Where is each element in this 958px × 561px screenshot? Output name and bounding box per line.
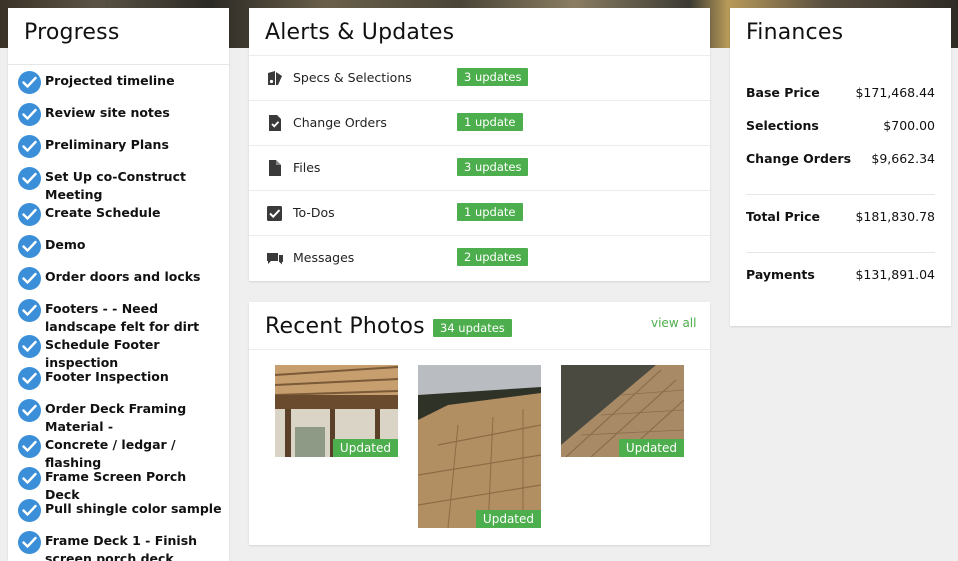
progress-item-label: Footer Inspection (45, 369, 169, 384)
finance-label: Base Price (746, 85, 820, 100)
updated-badge: Updated (475, 510, 541, 528)
alert-row-change-orders[interactable]: Change Orders 1 update (249, 100, 710, 145)
finance-value: $700.00 (883, 118, 935, 133)
updated-badge: Updated (332, 439, 398, 457)
progress-item-label: Frame Deck 1 - Finish screen porch deck (45, 533, 198, 561)
progress-item[interactable]: Demo (18, 235, 223, 267)
roof-sheathing-image (418, 365, 541, 528)
progress-item-label: Set Up co-Construct Meeting (45, 169, 186, 202)
check-circle-icon (18, 367, 41, 390)
finance-row-total-price: Total Price $181,830.78 (746, 209, 935, 227)
divider (8, 64, 229, 65)
alert-label: Specs & Selections (293, 70, 412, 85)
photo-thumbnail[interactable]: Updated (561, 365, 684, 457)
check-circle-icon (18, 399, 41, 422)
messages-icon (266, 249, 284, 267)
progress-item[interactable]: Pull shingle color sample (18, 499, 223, 531)
photo-thumbnail[interactable]: Updated (418, 365, 541, 528)
check-circle-icon (18, 167, 41, 190)
finance-row-change-orders: Change Orders $9,662.34 (746, 151, 935, 169)
progress-item[interactable]: Frame Screen Porch Deck (18, 467, 223, 502)
progress-item[interactable]: Schedule Footer inspection (18, 335, 223, 370)
update-badge: 3 updates (457, 68, 529, 86)
progress-item[interactable]: Footer Inspection (18, 367, 223, 399)
check-circle-icon (18, 531, 41, 554)
alerts-card: Alerts & Updates Specs & Selections 3 up… (249, 8, 710, 281)
update-badge: 1 update (457, 203, 523, 221)
finance-value: $131,891.04 (855, 267, 935, 282)
progress-list: Projected timeline Review site notes Pre… (18, 71, 223, 561)
file-icon (266, 159, 284, 177)
alert-row-todos[interactable]: To-Dos 1 update (249, 190, 710, 235)
finance-label: Selections (746, 118, 819, 133)
progress-item[interactable]: Preliminary Plans (18, 135, 223, 167)
progress-item[interactable]: Set Up co-Construct Meeting (18, 167, 223, 203)
finance-label: Total Price (746, 209, 820, 224)
progress-item-label: Projected timeline (45, 73, 175, 88)
check-circle-icon (18, 235, 41, 258)
progress-card: Progress Projected timeline Review site … (8, 8, 229, 561)
photo-thumbnail[interactable]: Updated (275, 365, 398, 457)
progress-title: Progress (24, 20, 120, 45)
finance-value: $171,468.44 (855, 85, 935, 100)
progress-item-label: Demo (45, 237, 86, 252)
updated-badge: Updated (618, 439, 684, 457)
alert-label: Files (293, 160, 321, 175)
progress-item-label: Create Schedule (45, 205, 161, 220)
divider (746, 252, 935, 253)
progress-item[interactable]: Projected timeline (18, 71, 223, 103)
photos-count-badge: 34 updates (433, 319, 512, 337)
update-badge: 1 update (457, 113, 523, 131)
finance-value: $9,662.34 (871, 151, 935, 166)
alert-row-specs[interactable]: Specs & Selections 3 updates (249, 55, 710, 100)
check-circle-icon (18, 467, 41, 490)
progress-item[interactable]: Order doors and locks (18, 267, 223, 299)
finance-value: $181,830.78 (855, 209, 935, 224)
checkbox-icon (266, 204, 284, 222)
finance-row-payments: Payments $131,891.04 (746, 267, 935, 285)
finance-row-base-price: Base Price $171,468.44 (746, 85, 935, 103)
alert-label: Change Orders (293, 115, 387, 130)
finances-card: Finances Base Price $171,468.44 Selectio… (730, 8, 951, 326)
alerts-title: Alerts & Updates (265, 20, 455, 45)
recent-photos-card: Recent Photos 34 updates view all Update… (249, 302, 710, 545)
update-badge: 3 updates (457, 158, 529, 176)
progress-item-label: Order doors and locks (45, 269, 201, 284)
check-circle-icon (18, 71, 41, 94)
progress-item-label: Footers - - Need landscape felt for dirt (45, 301, 200, 334)
progress-item[interactable]: Review site notes (18, 103, 223, 135)
check-circle-icon (18, 335, 41, 358)
progress-item-label: Review site notes (45, 105, 170, 120)
progress-item[interactable]: Frame Deck 1 - Finish screen porch deck (18, 531, 223, 561)
progress-item[interactable]: Create Schedule (18, 203, 223, 235)
specs-icon (266, 69, 284, 87)
view-all-link[interactable]: view all (651, 316, 696, 330)
update-badge: 2 updates (457, 248, 529, 266)
finance-label: Change Orders (746, 151, 852, 166)
check-circle-icon (18, 135, 41, 158)
progress-item-label: Preliminary Plans (45, 137, 169, 152)
check-circle-icon (18, 203, 41, 226)
change-order-icon (266, 114, 284, 132)
finances-title: Finances (746, 20, 844, 45)
check-circle-icon (18, 103, 41, 126)
progress-item[interactable]: Order Deck Framing Material - (18, 399, 223, 435)
divider (746, 194, 935, 195)
finance-row-selections: Selections $700.00 (746, 118, 935, 136)
progress-item-label: Order Deck Framing Material - (45, 401, 187, 434)
alert-label: Messages (293, 250, 355, 265)
photos-title: Recent Photos (265, 314, 425, 339)
progress-item-label: Pull shingle color sample (45, 501, 222, 516)
alert-row-files[interactable]: Files 3 updates (249, 145, 710, 190)
check-circle-icon (18, 435, 41, 458)
check-circle-icon (18, 299, 41, 322)
alert-row-messages[interactable]: Messages 2 updates (249, 235, 710, 280)
progress-item[interactable]: Footers - - Need landscape felt for dirt (18, 299, 223, 335)
divider (249, 349, 710, 350)
check-circle-icon (18, 499, 41, 522)
check-circle-icon (18, 267, 41, 290)
alert-label: To-Dos (293, 205, 335, 220)
finance-label: Payments (746, 267, 815, 282)
progress-item[interactable]: Concrete / ledgar / flashing (18, 435, 223, 470)
